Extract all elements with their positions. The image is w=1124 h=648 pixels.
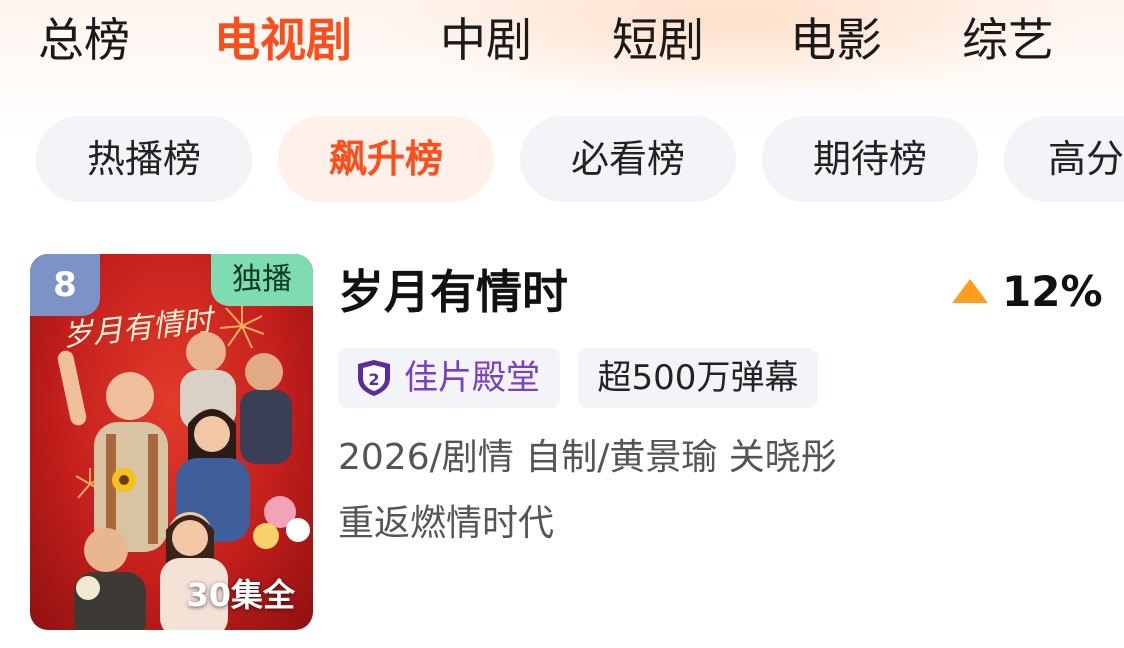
chip-high-score[interactable]: 高分 (1004, 116, 1124, 202)
chip-anticipated[interactable]: 期待榜 (762, 116, 978, 202)
chip-must-watch[interactable]: 必看榜 (520, 116, 736, 202)
tab-variety[interactable]: 综艺 (962, 8, 1054, 72)
exclusive-badge: 独播 (211, 254, 313, 306)
svg-text:2: 2 (368, 370, 379, 389)
category-tabs: 总榜 电视剧 中剧 短剧 电影 综艺 (0, 0, 1124, 84)
hall-of-fame-shield-icon: 2 (358, 360, 390, 396)
trend-value: 12% (1002, 267, 1103, 316)
hall-of-fame-tag[interactable]: 2 佳片殿堂 (338, 348, 560, 408)
tab-overall[interactable]: 总榜 (38, 8, 130, 72)
hall-of-fame-label: 佳片殿堂 (404, 358, 540, 398)
tab-movies[interactable]: 电影 (790, 8, 882, 72)
ranking-chips: 热播榜 飙升榜 必看榜 期待榜 高分 (0, 116, 1124, 202)
rank-badge: 8 (30, 254, 100, 316)
danmaku-count-tag[interactable]: 超500万弹幕 (578, 348, 818, 408)
show-title[interactable]: 岁月有情时 (338, 264, 568, 320)
episode-count: 30集全 (186, 576, 295, 614)
show-poster[interactable]: 岁月有情时 8 独播 30集全 (30, 254, 313, 630)
show-tagline: 重返燃情时代 (338, 503, 555, 544)
triangle-up-icon (952, 279, 988, 303)
tab-short-series[interactable]: 短剧 (612, 8, 704, 72)
tab-mid-series[interactable]: 中剧 (440, 8, 532, 72)
show-card[interactable]: 岁月有情时 8 独播 30集全 岁月有情时 12% 2 佳片殿堂 超500万弹幕… (0, 240, 1124, 640)
tab-tv-series[interactable]: 电视剧 (214, 8, 352, 72)
chip-rising[interactable]: 飙升榜 (278, 116, 494, 202)
chip-hot-playing[interactable]: 热播榜 (36, 116, 252, 202)
show-meta: 2026/剧情 自制/黄景瑜 关晓彤 (338, 437, 837, 478)
